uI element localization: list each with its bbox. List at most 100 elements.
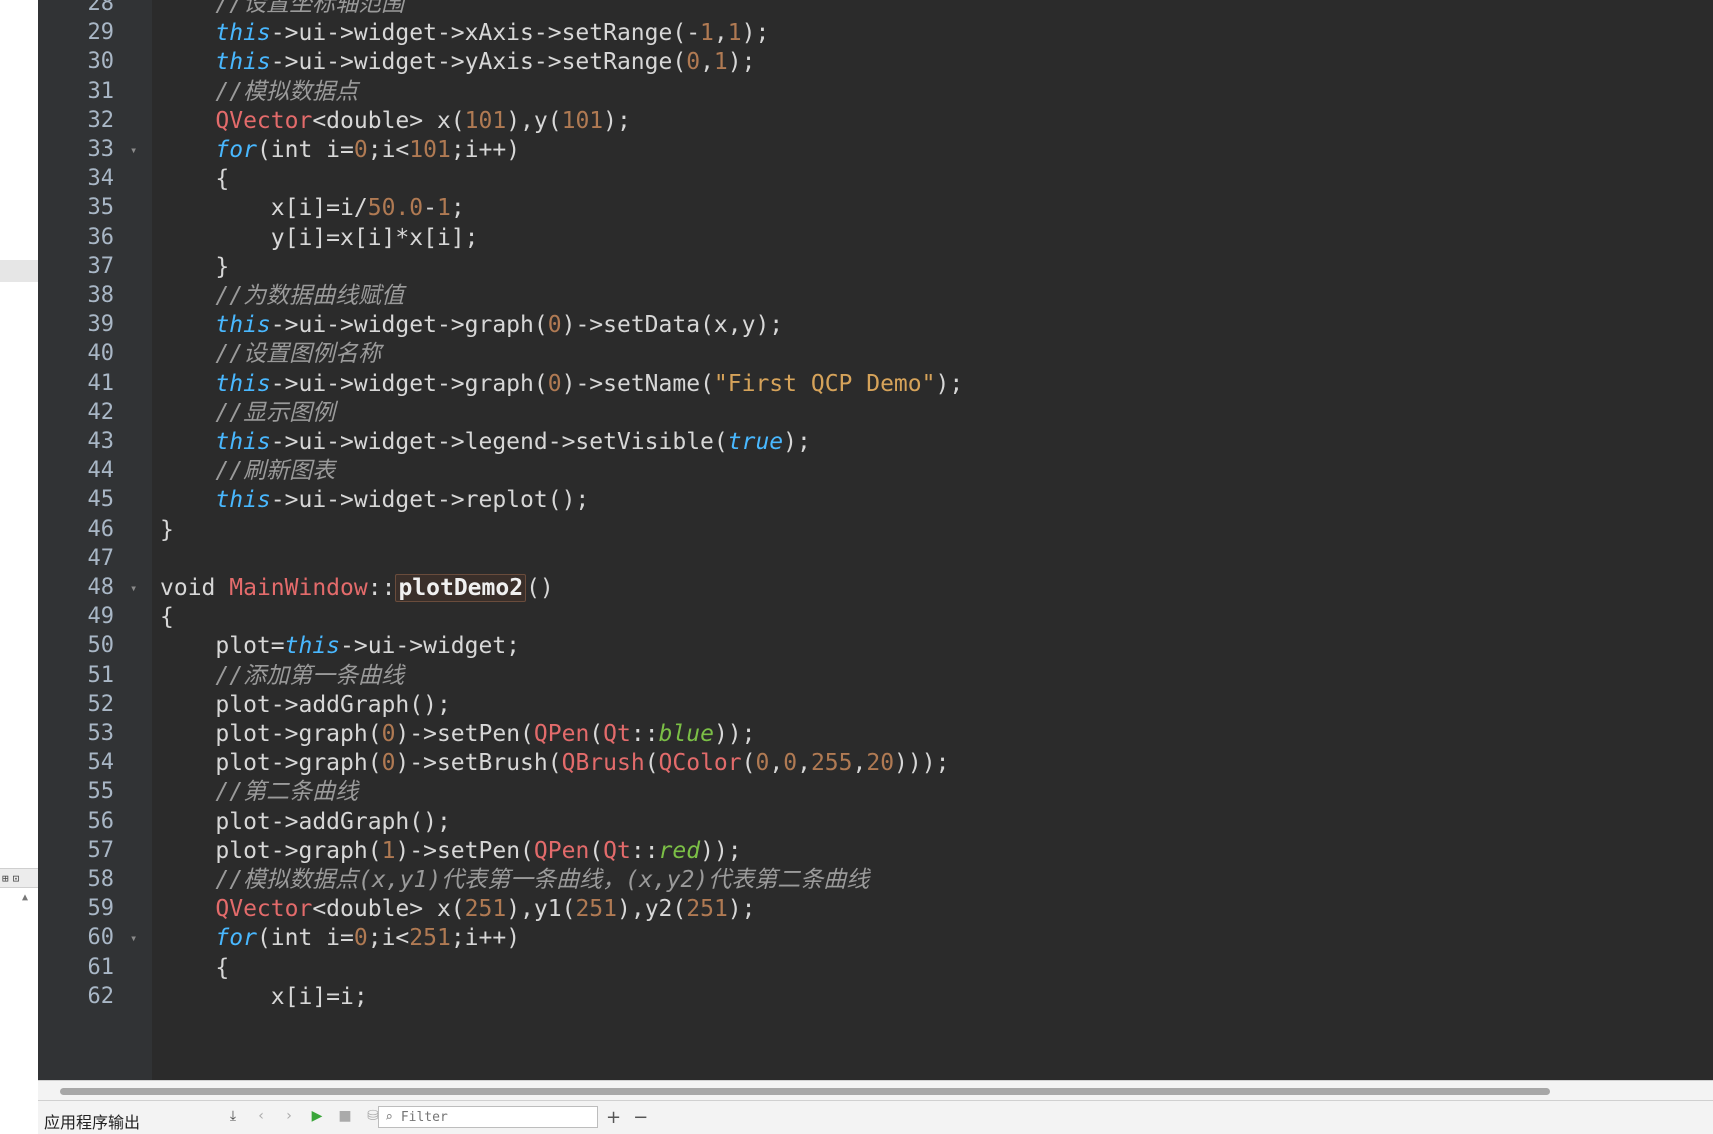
code-line[interactable]: void MainWindow:: plotDemo2() bbox=[160, 572, 554, 604]
code-token: )->setPen( bbox=[395, 721, 534, 747]
code-editor[interactable]: 28 29 30 31 32 33 ▾ 34 35 36 37 38 39 40 41 42 43 44 45 46 4… bbox=[38, 0, 1713, 1080]
code-token: 0 bbox=[755, 750, 770, 776]
code-token: ->ui->widget->graph( bbox=[270, 312, 548, 338]
code-token: QVector bbox=[215, 896, 313, 922]
code-token: , bbox=[852, 750, 867, 776]
code-line[interactable]: plot->addGraph(); bbox=[160, 806, 450, 838]
code-token: //第二条曲线 bbox=[160, 779, 359, 805]
fold-toggle-placeholder bbox=[130, 981, 144, 1013]
code-token: //添加第一条曲线 bbox=[160, 663, 405, 689]
prev-icon[interactable]: ‹ bbox=[252, 1107, 270, 1125]
code-line[interactable]: QVector<double> x(251),y1(251),y2(251); bbox=[160, 893, 755, 925]
line-number: 47 bbox=[87, 546, 115, 571]
code-line[interactable]: this->ui->widget->legend->setVisible(tru… bbox=[160, 426, 810, 458]
code-line[interactable]: plot->graph(1)->setPen(QPen(Qt::red)); bbox=[160, 835, 741, 867]
code-line[interactable]: //设置图例名称 bbox=[160, 338, 381, 370]
code-line[interactable]: //模拟数据点 bbox=[160, 76, 358, 108]
line-number: 37 bbox=[87, 254, 115, 279]
code-line[interactable]: this->ui->widget->xAxis->setRange(-1,1); bbox=[160, 17, 769, 49]
scroll-up-icon[interactable]: ▲ bbox=[22, 892, 28, 903]
window-icon[interactable]: ⊡ bbox=[13, 872, 20, 885]
code-line[interactable]: this->ui->widget->yAxis->setRange(0,1); bbox=[160, 46, 755, 78]
code-line[interactable]: y[i]=x[i]*x[i]; bbox=[160, 222, 479, 254]
code-token: , bbox=[700, 49, 714, 75]
fold-toggle-placeholder bbox=[130, 776, 144, 808]
fold-toggle-placeholder bbox=[130, 251, 144, 283]
split-icon[interactable]: ⊞ bbox=[2, 872, 9, 885]
code-line[interactable]: plot=this->ui->widget; bbox=[160, 630, 520, 662]
code-line[interactable]: x[i]=i; bbox=[160, 981, 368, 1013]
code-line[interactable]: { bbox=[160, 601, 174, 633]
code-line[interactable]: plot->addGraph(); bbox=[160, 689, 450, 721]
fold-toggle-icon[interactable]: ▾ bbox=[130, 134, 144, 166]
code-token: ;i< bbox=[367, 137, 410, 163]
left-sidebar-splitter[interactable]: ⊞ ⊡ bbox=[0, 868, 40, 888]
code-line[interactable]: { bbox=[160, 952, 229, 984]
line-number: 57 bbox=[87, 838, 115, 863]
code-token: red bbox=[658, 838, 701, 864]
horizontal-scrollbar[interactable] bbox=[38, 1080, 1713, 1101]
attach-icon[interactable]: ⤓ bbox=[224, 1107, 242, 1125]
code-token: :: bbox=[367, 575, 396, 601]
line-number: 30 bbox=[87, 49, 115, 74]
code-line[interactable]: //刷新图表 bbox=[160, 455, 335, 487]
line-number: 41 bbox=[87, 371, 115, 396]
code-token: ); bbox=[603, 108, 631, 134]
code-token: 1 bbox=[700, 20, 714, 46]
line-number: 53 bbox=[87, 721, 115, 746]
filter-input[interactable] bbox=[398, 1108, 573, 1126]
fold-toggle-placeholder bbox=[130, 76, 144, 108]
minus-button[interactable]: − bbox=[633, 1107, 648, 1128]
horizontal-scroll-thumb[interactable] bbox=[60, 1088, 1550, 1095]
code-line[interactable]: //添加第一条曲线 bbox=[160, 660, 404, 692]
code-token: //设置图例名称 bbox=[160, 341, 382, 367]
code-token: ->ui->widget->legend->setVisible( bbox=[270, 429, 728, 455]
fold-toggle-placeholder bbox=[130, 338, 144, 370]
line-number: 59 bbox=[87, 896, 115, 921]
fold-toggle-placeholder bbox=[130, 806, 144, 838]
code-line[interactable]: for(int i=0;i<101;i++) bbox=[160, 134, 520, 166]
code-token: y[i]=x[i]*x[i]; bbox=[160, 225, 479, 251]
code-token: (int i= bbox=[256, 137, 354, 163]
code-token: ->ui->widget->replot(); bbox=[270, 487, 590, 513]
code-line[interactable]: } bbox=[160, 514, 174, 546]
fold-toggle-placeholder bbox=[130, 368, 144, 400]
code-line[interactable]: this->ui->widget->graph(0)->setData(x,y)… bbox=[160, 309, 783, 341]
code-line[interactable]: x[i]=i/50.0-1; bbox=[160, 192, 465, 224]
code-line[interactable]: //第二条曲线 bbox=[160, 776, 358, 808]
line-number-gutter: 28 29 30 31 32 33 ▾ 34 35 36 37 38 39 40 41 42 43 44 45 46 4… bbox=[38, 0, 152, 1080]
stop-icon[interactable]: ■ bbox=[336, 1107, 354, 1125]
plus-button[interactable]: + bbox=[606, 1107, 621, 1128]
code-area[interactable]: //设置坐标轴范围 this->ui->widget->xAxis->setRa… bbox=[160, 0, 1713, 1080]
code-line[interactable]: //模拟数据点(x,y1)代表第一条曲线，(x,y2)代表第二条曲线 bbox=[160, 864, 869, 896]
code-line[interactable]: plot->graph(0)->setBrush(QBrush(QColor(0… bbox=[160, 747, 949, 779]
filter-box[interactable]: ⌕ bbox=[378, 1106, 598, 1128]
code-token: ( bbox=[589, 721, 604, 747]
code-token: //为数据曲线赋值 bbox=[160, 283, 405, 309]
code-line[interactable]: //为数据曲线赋值 bbox=[160, 280, 404, 312]
fold-toggle-placeholder bbox=[130, 543, 144, 575]
code-line[interactable]: this->ui->widget->graph(0)->setName("Fir… bbox=[160, 368, 963, 400]
fold-toggle-icon[interactable]: ▾ bbox=[130, 572, 144, 604]
code-token: true bbox=[727, 429, 784, 455]
code-line[interactable]: plot->graph(0)->setPen(QPen(Qt::blue)); bbox=[160, 718, 755, 750]
fold-toggle-placeholder bbox=[130, 630, 144, 662]
code-token: 251 bbox=[464, 896, 507, 922]
code-line[interactable]: QVector<double> x(101),y(101); bbox=[160, 105, 631, 137]
next-icon[interactable]: › bbox=[280, 1107, 298, 1125]
code-token: ); bbox=[741, 20, 770, 46]
code-line[interactable]: } bbox=[160, 251, 229, 283]
code-token: ->ui->widget->yAxis->setRange( bbox=[270, 49, 687, 75]
code-line[interactable]: //显示图例 bbox=[160, 397, 335, 429]
run-icon[interactable]: ▶ bbox=[308, 1107, 326, 1125]
code-line[interactable]: { bbox=[160, 163, 229, 195]
code-line[interactable]: for(int i=0;i<251;i++) bbox=[160, 922, 520, 954]
fold-toggle-placeholder bbox=[130, 893, 144, 925]
left-sidebar: ⊞ ⊡ ▲ bbox=[0, 0, 40, 1134]
code-line[interactable]: this->ui->widget->replot(); bbox=[160, 484, 589, 516]
fold-toggle-icon[interactable]: ▾ bbox=[130, 922, 144, 954]
code-token: 0 bbox=[353, 925, 368, 951]
code-token: ->ui->widget; bbox=[340, 633, 521, 659]
